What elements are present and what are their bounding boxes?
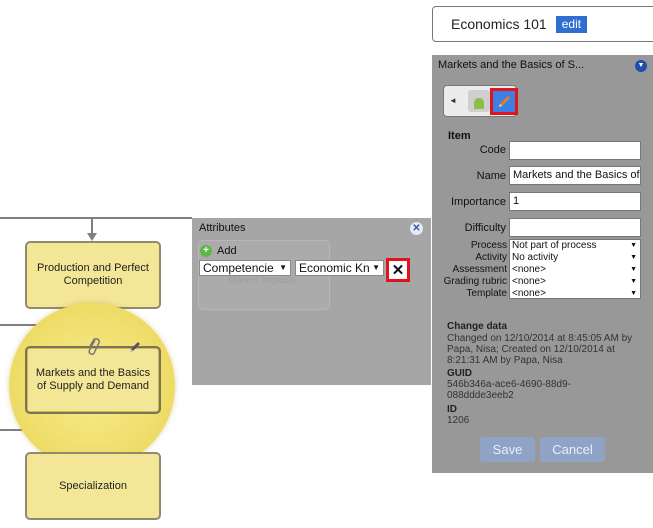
attributes-title: Attributes (199, 222, 246, 234)
assessment-label: Assessment (452, 264, 507, 275)
activity-value: No activity (512, 252, 559, 263)
guid-value: 546b346a-ace6-4690-88d9-088ddde3eeb2 (447, 379, 571, 401)
template-value: <none> (512, 288, 546, 299)
assessment-value: <none> (512, 264, 546, 275)
attribute-type-value: Competencie (203, 261, 274, 275)
importance-field[interactable]: 1 (509, 192, 641, 211)
select-group: Not part of process ▼ No activity ▼ <non… (509, 239, 641, 299)
change-data-text: Changed on 12/10/2014 at 8:45:05 AM by P… (447, 333, 633, 366)
importance-label: Importance (450, 196, 506, 208)
change-data-heading: Change data (447, 321, 508, 332)
course-title: Economics 101 (451, 16, 547, 32)
process-value: Not part of process (512, 240, 597, 251)
item-properties-panel: Markets and the Basics of S... ▼ ◄ Item … (432, 55, 653, 473)
name-field[interactable]: Markets and the Basics of (509, 166, 641, 185)
save-label: Save (492, 442, 523, 457)
template-select[interactable]: <none> ▼ (510, 288, 640, 300)
tab-edit[interactable] (490, 88, 518, 115)
add-attribute-button[interactable]: + Add (200, 245, 237, 257)
course-title-box: Economics 101 edit (432, 6, 653, 42)
diagram-node-production[interactable]: Production and Perfect Competition (25, 241, 161, 309)
chevron-down-icon: ▼ (630, 278, 637, 285)
add-label: Add (217, 245, 237, 257)
chevron-down-icon: ▼ (630, 266, 637, 273)
diagram-node-specialization[interactable]: Specialization (25, 452, 161, 520)
node-label: Specialization (59, 479, 127, 492)
grading-rubric-value: <none> (512, 276, 546, 287)
chevron-down-icon[interactable]: ▼ (635, 60, 647, 72)
section-heading: Item (448, 130, 471, 142)
add-icon: + (200, 245, 212, 257)
chevron-down-icon: ▼ (372, 263, 380, 272)
back-arrow-icon[interactable]: ◄ (449, 96, 457, 105)
grading-rubric-select[interactable]: <none> ▼ (510, 276, 640, 288)
attribute-value-select[interactable]: Economic Kn ▼ (295, 260, 384, 276)
pencil-icon (499, 95, 510, 107)
panel-title: Markets and the Basics of S... (438, 59, 585, 71)
template-label: Template (466, 288, 507, 299)
code-field[interactable] (509, 141, 641, 160)
node-label: Markets and the Basics of Supply and Dem… (35, 367, 151, 392)
process-select[interactable]: Not part of process ▼ (510, 240, 640, 252)
attributes-panel: Attributes ✕ Market Impacts + Add Compet… (192, 218, 431, 385)
difficulty-field[interactable] (509, 218, 641, 237)
tab-android[interactable] (468, 90, 490, 112)
remove-attribute-button[interactable]: ✕ (386, 258, 410, 282)
guid-heading: GUID (447, 368, 472, 379)
ghost-node-label: Market Impacts (228, 275, 297, 286)
process-label: Process (470, 240, 507, 251)
id-heading: ID (447, 404, 457, 415)
paperclip-icon[interactable] (86, 335, 100, 357)
save-button[interactable]: Save (480, 437, 535, 462)
chevron-down-icon: ▼ (279, 263, 287, 272)
code-label: Code (479, 144, 506, 156)
attribute-type-select[interactable]: Competencie ▼ (199, 260, 291, 276)
difficulty-label: Difficulty (464, 222, 506, 234)
assessment-select[interactable]: <none> ▼ (510, 264, 640, 276)
id-value: 1206 (447, 415, 470, 426)
name-label: Name (476, 170, 506, 182)
panel-tabstrip: ◄ (443, 85, 518, 117)
edit-button[interactable]: edit (555, 15, 588, 33)
activity-select[interactable]: No activity ▼ (510, 252, 640, 264)
close-icon[interactable]: ✕ (410, 222, 423, 235)
close-icon: ✕ (391, 261, 405, 279)
pencil-icon[interactable] (128, 340, 142, 354)
chevron-down-icon: ▼ (630, 242, 637, 249)
cancel-label: Cancel (552, 442, 593, 457)
activity-label: Activity (475, 252, 507, 263)
chevron-down-icon: ▼ (630, 254, 637, 261)
android-icon (474, 98, 484, 109)
chevron-down-icon: ▼ (630, 290, 637, 297)
cancel-button[interactable]: Cancel (540, 437, 605, 462)
attribute-value-value: Economic Kn (299, 261, 370, 275)
node-label: Production and Perfect Competition (37, 262, 149, 287)
grading-rubric-label: Grading rubric (443, 276, 507, 287)
